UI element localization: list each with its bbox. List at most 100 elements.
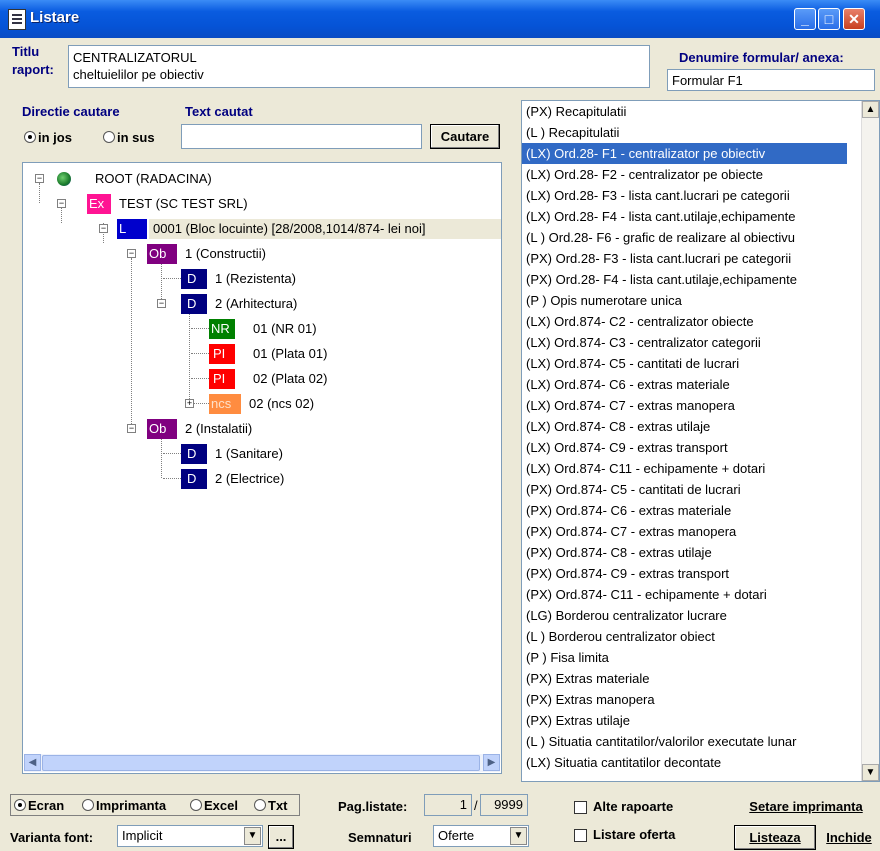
report-list-item[interactable]: (L ) Situatia cantitatilor/valorilor exe… bbox=[522, 731, 847, 752]
signatures-select[interactable]: Oferte ▼ bbox=[433, 825, 529, 847]
report-list-item[interactable]: (LG) Borderou centralizator lucrare bbox=[522, 605, 847, 626]
search-button[interactable]: Cautare bbox=[430, 124, 500, 149]
chevron-down-icon[interactable]: ▼ bbox=[244, 827, 261, 845]
radio-down-circle[interactable] bbox=[24, 131, 36, 143]
maximize-button[interactable]: □ bbox=[818, 8, 840, 30]
report-list-item[interactable]: (P ) Opis numerotare unica bbox=[522, 290, 847, 311]
window-title: Listare bbox=[30, 9, 80, 26]
report-list-item[interactable]: (LX) Ord.874- C8 - extras utilaje bbox=[522, 416, 847, 437]
list-button[interactable]: Listeaza bbox=[734, 825, 816, 850]
report-list-item[interactable]: (PX) Recapitulatii bbox=[522, 101, 847, 122]
report-list-item[interactable]: (PX) Ord.874- C7 - extras manopera bbox=[522, 521, 847, 542]
page-total-field[interactable]: 9999 bbox=[480, 794, 528, 816]
report-list-item[interactable]: (PX) Extras materiale bbox=[522, 668, 847, 689]
scroll-left-arrow-icon[interactable]: ◀ bbox=[24, 754, 41, 771]
page-current-field[interactable]: 1 bbox=[424, 794, 472, 816]
radio-imprimanta[interactable]: Imprimanta bbox=[82, 798, 166, 813]
list-vertical-scrollbar[interactable]: ▲ ▼ bbox=[861, 101, 879, 781]
printer-setup-button[interactable]: Setare imprimanta bbox=[733, 794, 879, 819]
report-list-item[interactable]: (PX) Extras utilaje bbox=[522, 710, 847, 731]
scroll-down-arrow-icon[interactable]: ▼ bbox=[862, 764, 879, 781]
radio-excel-circle[interactable] bbox=[190, 799, 202, 811]
collapse-root[interactable]: − bbox=[35, 174, 44, 183]
radio-ecran-label: Ecran bbox=[28, 798, 65, 813]
expand-ncs[interactable]: + bbox=[185, 399, 194, 408]
tree-node-l[interactable]: L 0001 (Bloc locuinte) [28/2008,1014/874… bbox=[117, 219, 501, 239]
badge-nr: NR bbox=[209, 319, 235, 339]
close-button[interactable]: ✕ bbox=[843, 8, 865, 30]
report-list-item[interactable]: (LX) Ord.874- C11 - echipamente + dotari bbox=[522, 458, 847, 479]
report-list-item[interactable]: (PX) Ord.874- C11 - echipamente + dotari bbox=[522, 584, 847, 605]
report-list-item[interactable]: (LX) Ord.874- C2 - centralizator obiecte bbox=[522, 311, 847, 332]
tree-line bbox=[161, 433, 162, 478]
offer-listing-checkbox[interactable] bbox=[574, 829, 587, 842]
radio-ecran[interactable]: Ecran bbox=[14, 798, 64, 813]
minimize-button[interactable]: _ bbox=[794, 8, 816, 30]
report-list-item[interactable]: (L ) Recapitulatii bbox=[522, 122, 847, 143]
search-input[interactable] bbox=[181, 124, 422, 149]
tree-line bbox=[39, 183, 40, 203]
report-list-item[interactable]: (LX) Ord.28- F2 - centralizator pe obiec… bbox=[522, 164, 847, 185]
radio-excel[interactable]: Excel bbox=[190, 798, 238, 813]
report-list-item[interactable]: (PX) Ord.874- C8 - extras utilaje bbox=[522, 542, 847, 563]
report-list-item[interactable]: (LX) Ord.874- C3 - centralizator categor… bbox=[522, 332, 847, 353]
scroll-up-arrow-icon[interactable]: ▲ bbox=[862, 101, 879, 118]
collapse-l[interactable]: − bbox=[99, 224, 108, 233]
title-bar[interactable]: Listare _ □ ✕ bbox=[0, 0, 880, 38]
report-list-item[interactable]: (PX) Ord.874- C5 - cantitati de lucrari bbox=[522, 479, 847, 500]
project-tree[interactable]: − − − − − + − ROOT (RADACINA) Ex TEST (S… bbox=[22, 162, 502, 774]
chevron-down-icon[interactable]: ▼ bbox=[510, 827, 527, 845]
badge-d: D bbox=[181, 269, 207, 289]
radio-up[interactable]: in sus bbox=[103, 130, 155, 145]
report-list-item[interactable]: (P ) Fisa limita bbox=[522, 647, 847, 668]
form-label: Denumire formular/ anexa: bbox=[679, 50, 844, 65]
report-list-item[interactable]: (LX) Situatia cantitatilor decontate bbox=[522, 752, 847, 773]
badge-d: D bbox=[181, 469, 207, 489]
radio-txt[interactable]: Txt bbox=[254, 798, 288, 813]
scroll-thumb[interactable] bbox=[42, 755, 480, 771]
collapse-ob2[interactable]: − bbox=[127, 424, 136, 433]
search-text-label: Text cautat bbox=[185, 104, 253, 119]
collapse-ex[interactable]: − bbox=[57, 199, 66, 208]
report-list-item[interactable]: (LX) Ord.874- C7 - extras manopera bbox=[522, 395, 847, 416]
report-list-item[interactable]: (PX) Ord.874- C6 - extras materiale bbox=[522, 500, 847, 521]
badge-pi: PI bbox=[209, 369, 235, 389]
collapse-d2[interactable]: − bbox=[157, 299, 166, 308]
report-list-item[interactable]: (LX) Ord.28- F1 - centralizator pe obiec… bbox=[522, 143, 847, 164]
report-list-item[interactable]: (L ) Ord.28- F6 - grafic de realizare al… bbox=[522, 227, 847, 248]
radio-ecran-circle[interactable] bbox=[14, 799, 26, 811]
title-label: Titlu bbox=[12, 44, 40, 59]
report-list-item[interactable]: (LX) Ord.874- C5 - cantitati de lucrari bbox=[522, 353, 847, 374]
report-title-field[interactable]: CENTRALIZATORUL cheltuielilor pe obiecti… bbox=[68, 45, 650, 88]
tree-horizontal-scrollbar[interactable]: ◀ ▶ bbox=[24, 754, 500, 772]
tree-node-label: TEST (SC TEST SRL) bbox=[119, 196, 248, 211]
radio-excel-label: Excel bbox=[204, 798, 238, 813]
font-select[interactable]: Implicit ▼ bbox=[117, 825, 263, 847]
other-reports-checkbox[interactable] bbox=[574, 801, 587, 814]
tree-node-label: 2 (Arhitectura) bbox=[215, 296, 298, 311]
radio-txt-circle[interactable] bbox=[254, 799, 266, 811]
report-list-item[interactable]: (PX) Ord.28- F3 - lista cant.lucrari pe … bbox=[522, 248, 847, 269]
report-list-item[interactable]: (L ) Borderou centralizator obiect bbox=[522, 626, 847, 647]
radio-imprimanta-circle[interactable] bbox=[82, 799, 94, 811]
tree-node-label: 2 (Instalatii) bbox=[185, 421, 253, 436]
report-list[interactable]: (PX) Recapitulatii (L ) Recapitulatii (LX)… bbox=[521, 100, 880, 782]
report-list-item[interactable]: (PX) Ord.28- F4 - lista cant.utilaje,ech… bbox=[522, 269, 847, 290]
badge-ob: Ob bbox=[147, 244, 177, 264]
report-list-item[interactable]: (LX) Ord.28- F4 - lista cant.utilaje,ech… bbox=[522, 206, 847, 227]
form-name-field[interactable]: Formular F1 bbox=[667, 69, 875, 91]
report-list-item[interactable]: (LX) Ord.28- F3 - lista cant.lucrari pe … bbox=[522, 185, 847, 206]
tree-line bbox=[131, 258, 132, 428]
collapse-ob1[interactable]: − bbox=[127, 249, 136, 258]
report-list-item[interactable]: (LX) Ord.874- C6 - extras materiale bbox=[522, 374, 847, 395]
scroll-right-arrow-icon[interactable]: ▶ bbox=[483, 754, 500, 771]
report-title-line1: CENTRALIZATORUL bbox=[73, 50, 197, 65]
report-list-item[interactable]: (PX) Ord.874- C9 - extras transport bbox=[522, 563, 847, 584]
font-more-button[interactable]: ... bbox=[268, 825, 294, 849]
radio-up-circle[interactable] bbox=[103, 131, 115, 143]
report-list-item[interactable]: (PX) Extras manopera bbox=[522, 689, 847, 710]
radio-down[interactable]: in jos bbox=[24, 130, 72, 145]
report-list-item[interactable]: (LX) Ord.874- C9 - extras transport bbox=[522, 437, 847, 458]
tree-line bbox=[191, 353, 209, 354]
close-dialog-button[interactable]: Inchide bbox=[819, 825, 879, 850]
